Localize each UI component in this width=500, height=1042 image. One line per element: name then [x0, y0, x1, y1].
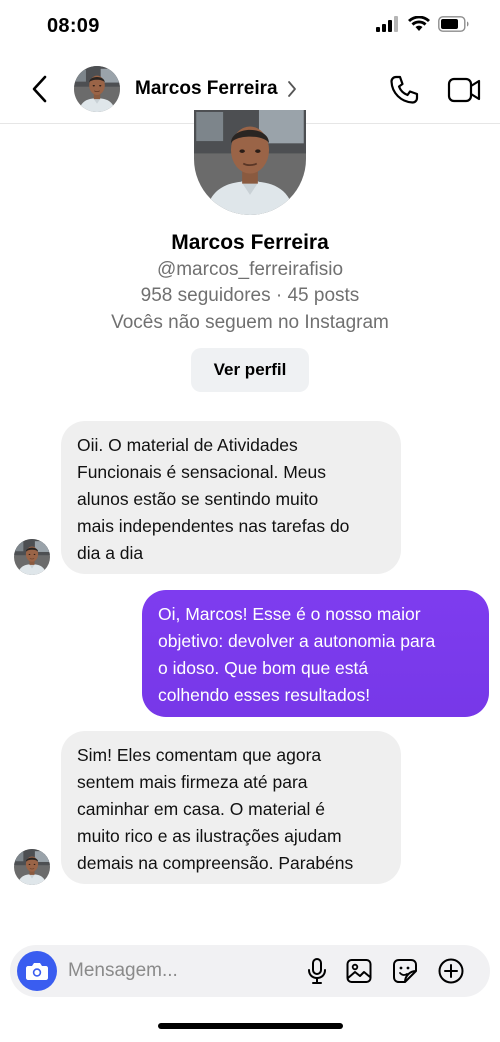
sticker-button[interactable] [391, 957, 419, 985]
message-input[interactable] [68, 958, 288, 984]
microphone-icon [308, 958, 326, 984]
more-options-button[interactable] [437, 957, 465, 985]
image-icon [346, 959, 372, 983]
message-bubble-outgoing[interactable]: Oi, Marcos! Esse é o nosso maior objetiv… [142, 590, 489, 717]
camera-button[interactable] [17, 951, 57, 991]
sender-avatar[interactable] [14, 849, 50, 885]
plus-circle-icon [438, 958, 464, 984]
call-button[interactable] [388, 74, 420, 106]
chevron-left-icon [32, 75, 47, 103]
video-camera-icon [447, 77, 481, 103]
signal-icon [376, 16, 398, 32]
profile-handle: @marcos_ferreirafisio [156, 259, 344, 280]
profile-card: Marcos Ferreira @marcos_ferreirafisio 95… [0, 124, 500, 404]
profile-name: Marcos Ferreira [171, 231, 329, 254]
message-bubble-incoming[interactable]: Oii. O material de Atividades Funcionais… [61, 421, 401, 574]
gallery-button[interactable] [345, 957, 373, 985]
home-indicator [158, 1023, 343, 1029]
status-icons [376, 16, 470, 32]
message-text: Oii. O material de Atividades Funcionais… [77, 435, 350, 563]
chevron-right-icon[interactable] [287, 80, 297, 98]
profile-avatar[interactable] [194, 110, 306, 215]
battery-icon [438, 16, 469, 32]
message-text: Sim! Eles comentam que agora sentem mais… [77, 745, 354, 873]
phone-icon [390, 75, 419, 104]
status-bar: 08:09 [0, 0, 500, 54]
message-bubble-incoming[interactable]: Sim! Eles comentam que agora sentem mais… [61, 731, 401, 884]
header-contact-name[interactable]: Marcos Ferreira [135, 78, 278, 100]
message-composer [10, 945, 490, 997]
message-text: Oi, Marcos! Esse é o nosso maior objetiv… [158, 604, 436, 705]
sender-avatar[interactable] [14, 539, 50, 575]
header-avatar[interactable] [74, 66, 120, 112]
camera-icon [26, 963, 48, 980]
video-call-button[interactable] [447, 75, 481, 105]
back-button[interactable] [26, 74, 52, 104]
status-time: 08:09 [47, 15, 100, 37]
wifi-icon [408, 16, 430, 31]
profile-stats: 958 seguidores · 45 posts [140, 285, 360, 306]
voice-message-button[interactable] [303, 957, 331, 985]
profile-follow-status: Vocês não seguem no Instagram [111, 312, 389, 333]
view-profile-button[interactable]: Ver perfil [191, 348, 309, 392]
sticker-icon [393, 959, 417, 983]
